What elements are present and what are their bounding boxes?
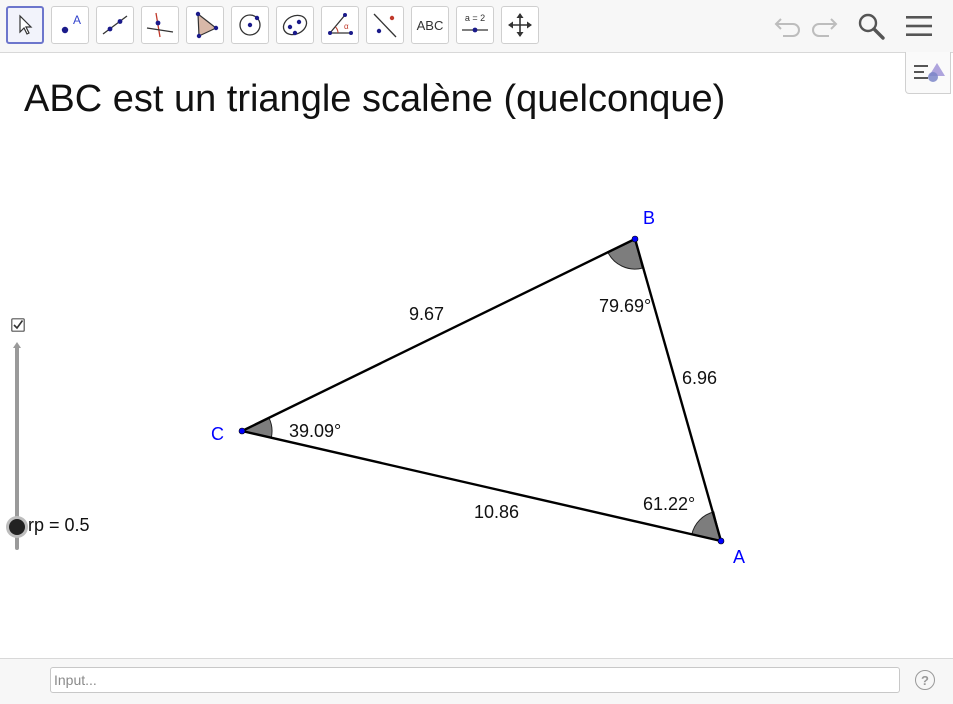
search-icon — [858, 13, 885, 40]
search-button[interactable] — [855, 10, 887, 42]
circle-center-point-icon — [239, 14, 261, 36]
polygon-icon — [195, 11, 219, 39]
slider-label: rp = 0.5 — [28, 515, 90, 535]
reflect-tool[interactable] — [366, 6, 404, 44]
polygon-tool[interactable] — [186, 6, 224, 44]
redo-button[interactable] — [808, 10, 840, 42]
hamburger-menu-icon — [906, 16, 932, 36]
svg-text:α: α — [344, 22, 349, 31]
perpendicular-line-icon — [146, 12, 174, 38]
slider-tool-label: a = 2 — [465, 13, 485, 23]
point-tool[interactable]: A — [51, 6, 89, 44]
reflect-about-line-icon — [373, 13, 397, 38]
angle-label-c: 39.09° — [289, 421, 341, 441]
point-label-a: A — [733, 547, 745, 567]
input-field[interactable] — [50, 667, 900, 693]
slider-knob[interactable] — [9, 519, 25, 535]
segment-bc[interactable] — [241, 237, 636, 433]
undo-icon — [774, 18, 800, 37]
point-tool-label: A — [73, 13, 81, 27]
slider-visibility-checkbox[interactable] — [11, 318, 25, 332]
point-label-b: B — [643, 208, 655, 228]
angle-label-a: 61.22° — [643, 494, 695, 514]
angle-label-b: 79.69° — [599, 296, 651, 316]
point-c[interactable] — [238, 427, 246, 435]
ellipse-tool[interactable] — [276, 6, 314, 44]
circle-tool[interactable] — [231, 6, 269, 44]
side-label-bc: 9.67 — [409, 304, 444, 324]
segment-ca[interactable] — [241, 429, 722, 543]
angle-icon: α — [328, 13, 353, 35]
text-tool[interactable]: ABC — [411, 6, 449, 44]
side-label-ca: 10.86 — [474, 502, 519, 522]
move-view-tool[interactable] — [501, 6, 539, 44]
text-icon: ABC — [416, 17, 444, 33]
line-tool[interactable] — [96, 6, 134, 44]
line-icon — [102, 15, 128, 35]
arrow-cursor-icon — [19, 14, 33, 35]
input-bar: ? — [0, 658, 953, 704]
point-a[interactable] — [717, 537, 725, 545]
menu-button[interactable] — [903, 10, 935, 42]
slider-icon: a = 2 — [462, 13, 488, 33]
point-icon: A — [61, 13, 81, 34]
point-label-c: C — [211, 424, 224, 444]
move-tool[interactable] — [6, 6, 44, 44]
angle-tool[interactable]: α — [321, 6, 359, 44]
toolbar: A α ABC a = 2 — [0, 0, 953, 53]
point-b[interactable] — [631, 235, 639, 243]
perpendicular-tool[interactable] — [141, 6, 179, 44]
side-label-ab: 6.96 — [682, 368, 717, 388]
slider-tool[interactable]: a = 2 — [456, 6, 494, 44]
move-graphics-view-icon — [508, 13, 532, 37]
help-icon[interactable]: ? — [915, 670, 935, 690]
ellipse-icon — [282, 14, 308, 36]
redo-icon — [812, 18, 838, 37]
graphics-view[interactable]: B C A 9.67 6.96 10.86 79.69° 39.09° 61.2… — [0, 53, 953, 658]
undo-button[interactable] — [772, 10, 804, 42]
